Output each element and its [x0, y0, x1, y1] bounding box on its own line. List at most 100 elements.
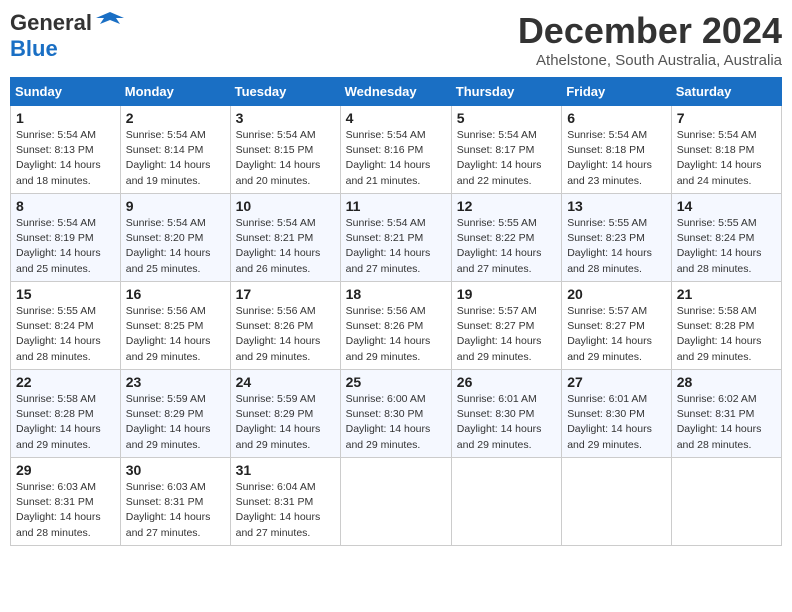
day-number: 7 — [677, 110, 776, 126]
day-number: 18 — [346, 286, 446, 302]
calendar-row: 8 Sunrise: 5:54 AM Sunset: 8:19 PM Daylig… — [11, 194, 782, 282]
day-info: Sunrise: 5:54 AM Sunset: 8:18 PM Dayligh… — [567, 128, 666, 189]
day-info: Sunrise: 6:00 AM Sunset: 8:30 PM Dayligh… — [346, 392, 446, 453]
calendar-cell: 23 Sunrise: 5:59 AM Sunset: 8:29 PM Dayli… — [120, 370, 230, 458]
weekday-header-cell: Sunday — [11, 78, 121, 106]
logo-general-text: General — [10, 10, 92, 36]
day-info: Sunrise: 5:57 AM Sunset: 8:27 PM Dayligh… — [567, 304, 666, 365]
calendar-cell: 27 Sunrise: 6:01 AM Sunset: 8:30 PM Dayli… — [562, 370, 672, 458]
day-info: Sunrise: 6:01 AM Sunset: 8:30 PM Dayligh… — [567, 392, 666, 453]
calendar-row: 22Sunrise: 5:58 AM Sunset: 8:28 PM Dayli… — [11, 370, 782, 458]
day-info: Sunrise: 5:54 AM Sunset: 8:21 PM Dayligh… — [236, 216, 335, 277]
day-number: 21 — [677, 286, 776, 302]
day-info: Sunrise: 5:59 AM Sunset: 8:29 PM Dayligh… — [126, 392, 225, 453]
location-title: Athelstone, South Australia, Australia — [518, 52, 782, 69]
day-info: Sunrise: 5:55 AM Sunset: 8:22 PM Dayligh… — [457, 216, 556, 277]
calendar-row: 1Sunrise: 5:54 AM Sunset: 8:13 PM Daylig… — [11, 106, 782, 194]
weekday-header-cell: Friday — [562, 78, 672, 106]
calendar-cell: 13Sunrise: 5:55 AM Sunset: 8:23 PM Dayli… — [562, 194, 672, 282]
day-number: 11 — [346, 198, 446, 214]
calendar-cell — [340, 458, 451, 546]
calendar-cell: 25 Sunrise: 6:00 AM Sunset: 8:30 PM Dayli… — [340, 370, 451, 458]
calendar-cell: 16 Sunrise: 5:56 AM Sunset: 8:25 PM Dayli… — [120, 282, 230, 370]
calendar-cell: 11 Sunrise: 5:54 AM Sunset: 8:21 PM Dayli… — [340, 194, 451, 282]
title-area: December 2024 Athelstone, South Australi… — [518, 10, 782, 69]
calendar-cell: 20 Sunrise: 5:57 AM Sunset: 8:27 PM Dayli… — [562, 282, 672, 370]
calendar-cell: 18 Sunrise: 5:56 AM Sunset: 8:26 PM Dayli… — [340, 282, 451, 370]
calendar-cell — [562, 458, 672, 546]
weekday-header-cell: Thursday — [451, 78, 561, 106]
calendar-cell: 21 Sunrise: 5:58 AM Sunset: 8:28 PM Dayli… — [671, 282, 781, 370]
weekday-header-cell: Wednesday — [340, 78, 451, 106]
day-info: Sunrise: 6:01 AM Sunset: 8:30 PM Dayligh… — [457, 392, 556, 453]
day-info: Sunrise: 5:56 AM Sunset: 8:25 PM Dayligh… — [126, 304, 225, 365]
logo-blue-text: Blue — [10, 36, 58, 61]
day-number: 24 — [236, 374, 335, 390]
day-number: 16 — [126, 286, 225, 302]
day-info: Sunrise: 5:54 AM Sunset: 8:14 PM Dayligh… — [126, 128, 225, 189]
weekday-header-cell: Saturday — [671, 78, 781, 106]
day-info: Sunrise: 5:54 AM Sunset: 8:18 PM Dayligh… — [677, 128, 776, 189]
calendar-cell: 2 Sunrise: 5:54 AM Sunset: 8:14 PM Daylig… — [120, 106, 230, 194]
day-number: 2 — [126, 110, 225, 126]
calendar-row: 29 Sunrise: 6:03 AM Sunset: 8:31 PM Dayli… — [11, 458, 782, 546]
day-number: 4 — [346, 110, 446, 126]
day-info: Sunrise: 5:54 AM Sunset: 8:17 PM Dayligh… — [457, 128, 556, 189]
calendar-cell: 22Sunrise: 5:58 AM Sunset: 8:28 PM Dayli… — [11, 370, 121, 458]
day-info: Sunrise: 5:55 AM Sunset: 8:24 PM Dayligh… — [16, 304, 115, 365]
weekday-header-row: SundayMondayTuesdayWednesdayThursdayFrid… — [11, 78, 782, 106]
day-number: 29 — [16, 462, 115, 478]
calendar-cell: 12 Sunrise: 5:55 AM Sunset: 8:22 PM Dayli… — [451, 194, 561, 282]
calendar-cell — [451, 458, 561, 546]
calendar-cell: 26Sunrise: 6:01 AM Sunset: 8:30 PM Dayli… — [451, 370, 561, 458]
calendar-cell: 10 Sunrise: 5:54 AM Sunset: 8:21 PM Dayli… — [230, 194, 340, 282]
day-info: Sunrise: 6:03 AM Sunset: 8:31 PM Dayligh… — [126, 480, 225, 541]
calendar-cell: 24 Sunrise: 5:59 AM Sunset: 8:29 PM Dayli… — [230, 370, 340, 458]
calendar-cell: 19Sunrise: 5:57 AM Sunset: 8:27 PM Dayli… — [451, 282, 561, 370]
month-title: December 2024 — [518, 10, 782, 52]
day-number: 10 — [236, 198, 335, 214]
day-number: 25 — [346, 374, 446, 390]
day-number: 6 — [567, 110, 666, 126]
calendar-cell: 28Sunrise: 6:02 AM Sunset: 8:31 PM Dayli… — [671, 370, 781, 458]
day-info: Sunrise: 5:54 AM Sunset: 8:21 PM Dayligh… — [346, 216, 446, 277]
calendar-cell: 30Sunrise: 6:03 AM Sunset: 8:31 PM Dayli… — [120, 458, 230, 546]
day-info: Sunrise: 6:04 AM Sunset: 8:31 PM Dayligh… — [236, 480, 335, 541]
day-number: 12 — [457, 198, 556, 214]
day-number: 20 — [567, 286, 666, 302]
calendar-cell: 3Sunrise: 5:54 AM Sunset: 8:15 PM Daylig… — [230, 106, 340, 194]
calendar-cell: 31 Sunrise: 6:04 AM Sunset: 8:31 PM Dayli… — [230, 458, 340, 546]
calendar-cell: 15 Sunrise: 5:55 AM Sunset: 8:24 PM Dayli… — [11, 282, 121, 370]
day-info: Sunrise: 6:03 AM Sunset: 8:31 PM Dayligh… — [16, 480, 115, 541]
day-info: Sunrise: 5:56 AM Sunset: 8:26 PM Dayligh… — [346, 304, 446, 365]
weekday-header-cell: Monday — [120, 78, 230, 106]
logo: General Blue — [10, 10, 124, 62]
calendar-cell: 5Sunrise: 5:54 AM Sunset: 8:17 PM Daylig… — [451, 106, 561, 194]
day-number: 31 — [236, 462, 335, 478]
day-number: 23 — [126, 374, 225, 390]
day-number: 8 — [16, 198, 115, 214]
day-info: Sunrise: 5:59 AM Sunset: 8:29 PM Dayligh… — [236, 392, 335, 453]
header-area: General Blue December 2024 Athelstone, S… — [10, 10, 782, 69]
day-number: 27 — [567, 374, 666, 390]
day-number: 19 — [457, 286, 556, 302]
calendar-table: SundayMondayTuesdayWednesdayThursdayFrid… — [10, 77, 782, 546]
day-number: 13 — [567, 198, 666, 214]
day-info: Sunrise: 5:54 AM Sunset: 8:19 PM Dayligh… — [16, 216, 115, 277]
day-info: Sunrise: 5:54 AM Sunset: 8:16 PM Dayligh… — [346, 128, 446, 189]
day-number: 15 — [16, 286, 115, 302]
calendar-cell: 6 Sunrise: 5:54 AM Sunset: 8:18 PM Daylig… — [562, 106, 672, 194]
calendar-body: 1Sunrise: 5:54 AM Sunset: 8:13 PM Daylig… — [11, 106, 782, 546]
day-info: Sunrise: 5:56 AM Sunset: 8:26 PM Dayligh… — [236, 304, 335, 365]
calendar-cell: 14Sunrise: 5:55 AM Sunset: 8:24 PM Dayli… — [671, 194, 781, 282]
day-info: Sunrise: 6:02 AM Sunset: 8:31 PM Dayligh… — [677, 392, 776, 453]
calendar-cell: 8 Sunrise: 5:54 AM Sunset: 8:19 PM Daylig… — [11, 194, 121, 282]
day-number: 3 — [236, 110, 335, 126]
calendar-cell: 4 Sunrise: 5:54 AM Sunset: 8:16 PM Daylig… — [340, 106, 451, 194]
day-info: Sunrise: 5:58 AM Sunset: 8:28 PM Dayligh… — [677, 304, 776, 365]
calendar-cell: 17Sunrise: 5:56 AM Sunset: 8:26 PM Dayli… — [230, 282, 340, 370]
calendar-cell: 29 Sunrise: 6:03 AM Sunset: 8:31 PM Dayli… — [11, 458, 121, 546]
logo-bird-icon — [96, 10, 124, 32]
day-number: 9 — [126, 198, 225, 214]
day-number: 14 — [677, 198, 776, 214]
